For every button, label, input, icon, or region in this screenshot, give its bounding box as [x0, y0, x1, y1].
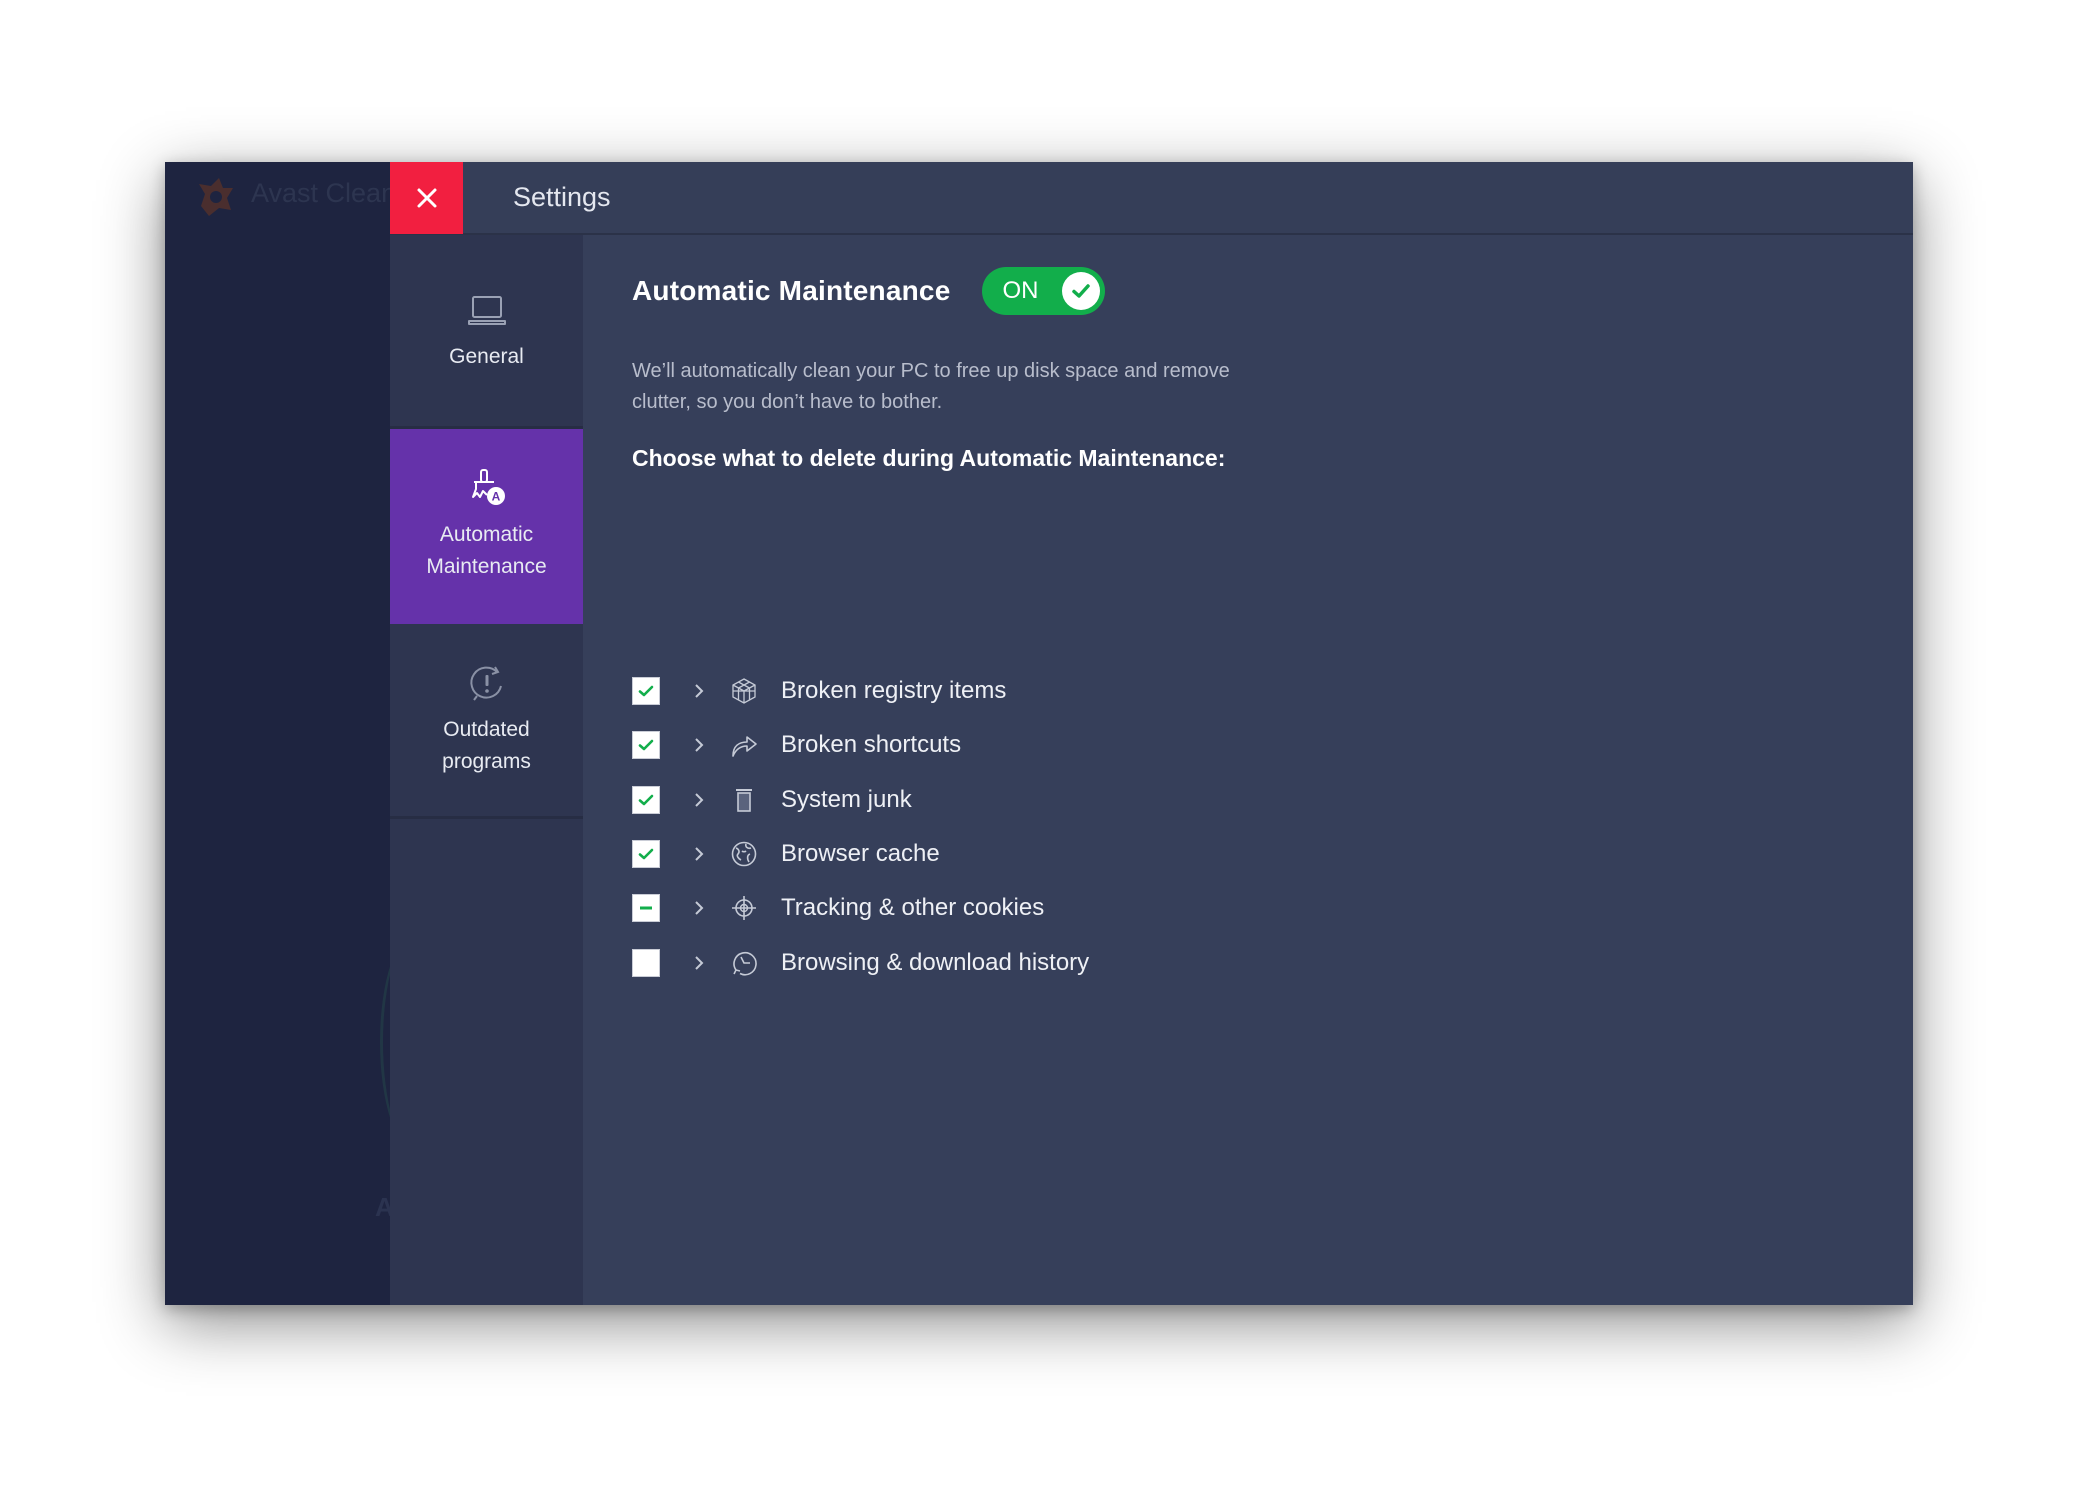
checkbox-checked[interactable] [632, 840, 660, 868]
expand-chevron-button[interactable] [693, 953, 707, 973]
page-title: Automatic Maintenance [632, 275, 951, 306]
list-item: Broken registry items [632, 671, 1332, 711]
list-item: Tracking & other cookies [632, 888, 1332, 928]
expand-chevron-button[interactable] [693, 681, 707, 701]
settings-window: Avast Clean A Settings General A Automat… [165, 162, 1913, 1305]
expand-chevron-button[interactable] [693, 735, 707, 755]
list-item: Browser cache [632, 834, 1332, 874]
item-label: Browsing & download history [781, 949, 1090, 976]
list-item: Broken shortcuts [632, 725, 1332, 765]
checkbox-partial[interactable] [632, 894, 660, 922]
nav-item-label: Automatic Maintenance [426, 523, 547, 578]
shortcut-arrow-icon [729, 730, 759, 760]
nav-item-label: Outdated programs [442, 718, 531, 773]
settings-nav: General A Automatic Maintenance Outdated… [390, 235, 583, 1305]
list-item: Browsing & download history [632, 943, 1332, 983]
check-icon [1072, 284, 1091, 298]
background-app: Avast Clean A [165, 162, 396, 1305]
window-title: Settings [513, 182, 611, 212]
chevron-right-icon [695, 684, 704, 698]
chevron-right-icon [695, 793, 704, 807]
checkbox-checked[interactable] [632, 731, 660, 759]
nav-item-automatic-maintenance[interactable]: A Automatic Maintenance [390, 429, 583, 624]
expand-chevron-button[interactable] [693, 844, 707, 864]
crosshair-icon [729, 893, 759, 923]
section-heading: Choose what to delete during Automatic M… [632, 445, 1226, 471]
svg-text:A: A [491, 490, 500, 504]
laptop-icon [467, 295, 506, 325]
trash-icon [729, 785, 759, 815]
toggle-label: ON [1002, 277, 1039, 304]
check-icon [638, 739, 654, 751]
list-item: System junk [632, 780, 1332, 820]
item-label: Broken shortcuts [781, 731, 962, 758]
history-clock-icon [729, 948, 759, 978]
minus-icon [640, 906, 652, 910]
check-icon [638, 685, 654, 697]
close-button[interactable] [390, 162, 463, 234]
chevron-right-icon [695, 956, 704, 970]
description: We’ll automatically clean your PC to fre… [632, 360, 1230, 413]
expand-chevron-button[interactable] [693, 790, 707, 810]
item-label: Tracking & other cookies [781, 894, 1045, 921]
background-app-title: Avast Clean [251, 178, 397, 208]
item-label: Broken registry items [781, 677, 1007, 704]
close-icon [417, 188, 436, 208]
registry-cube-icon [729, 676, 759, 706]
item-label: Browser cache [781, 840, 940, 867]
chevron-right-icon [695, 901, 704, 915]
checkbox-checked[interactable] [632, 677, 660, 705]
brush-auto-icon: A [471, 469, 505, 505]
nav-item-label: General [449, 344, 524, 368]
item-label: System junk [781, 786, 912, 813]
settings-content: Automatic Maintenance ON We’ll automatic… [583, 235, 1913, 1305]
checkbox-checked[interactable] [632, 786, 660, 814]
checkbox-unchecked[interactable] [632, 949, 660, 977]
nav-item-general[interactable]: General [390, 235, 583, 429]
toggle-knob [1062, 272, 1101, 310]
chevron-right-icon [695, 738, 704, 752]
nav-item-outdated-programs[interactable]: Outdated programs [390, 624, 583, 819]
update-alert-icon [469, 666, 502, 701]
avast-logo-icon [199, 178, 233, 216]
check-icon [638, 794, 654, 806]
automatic-maintenance-toggle[interactable]: ON [982, 267, 1106, 315]
globe-icon [729, 839, 759, 869]
title-bar: Settings [390, 162, 1913, 235]
expand-chevron-button[interactable] [693, 898, 707, 918]
heading-row: Automatic Maintenance ON [632, 267, 1106, 315]
chevron-right-icon [695, 847, 704, 861]
check-icon [638, 848, 654, 860]
